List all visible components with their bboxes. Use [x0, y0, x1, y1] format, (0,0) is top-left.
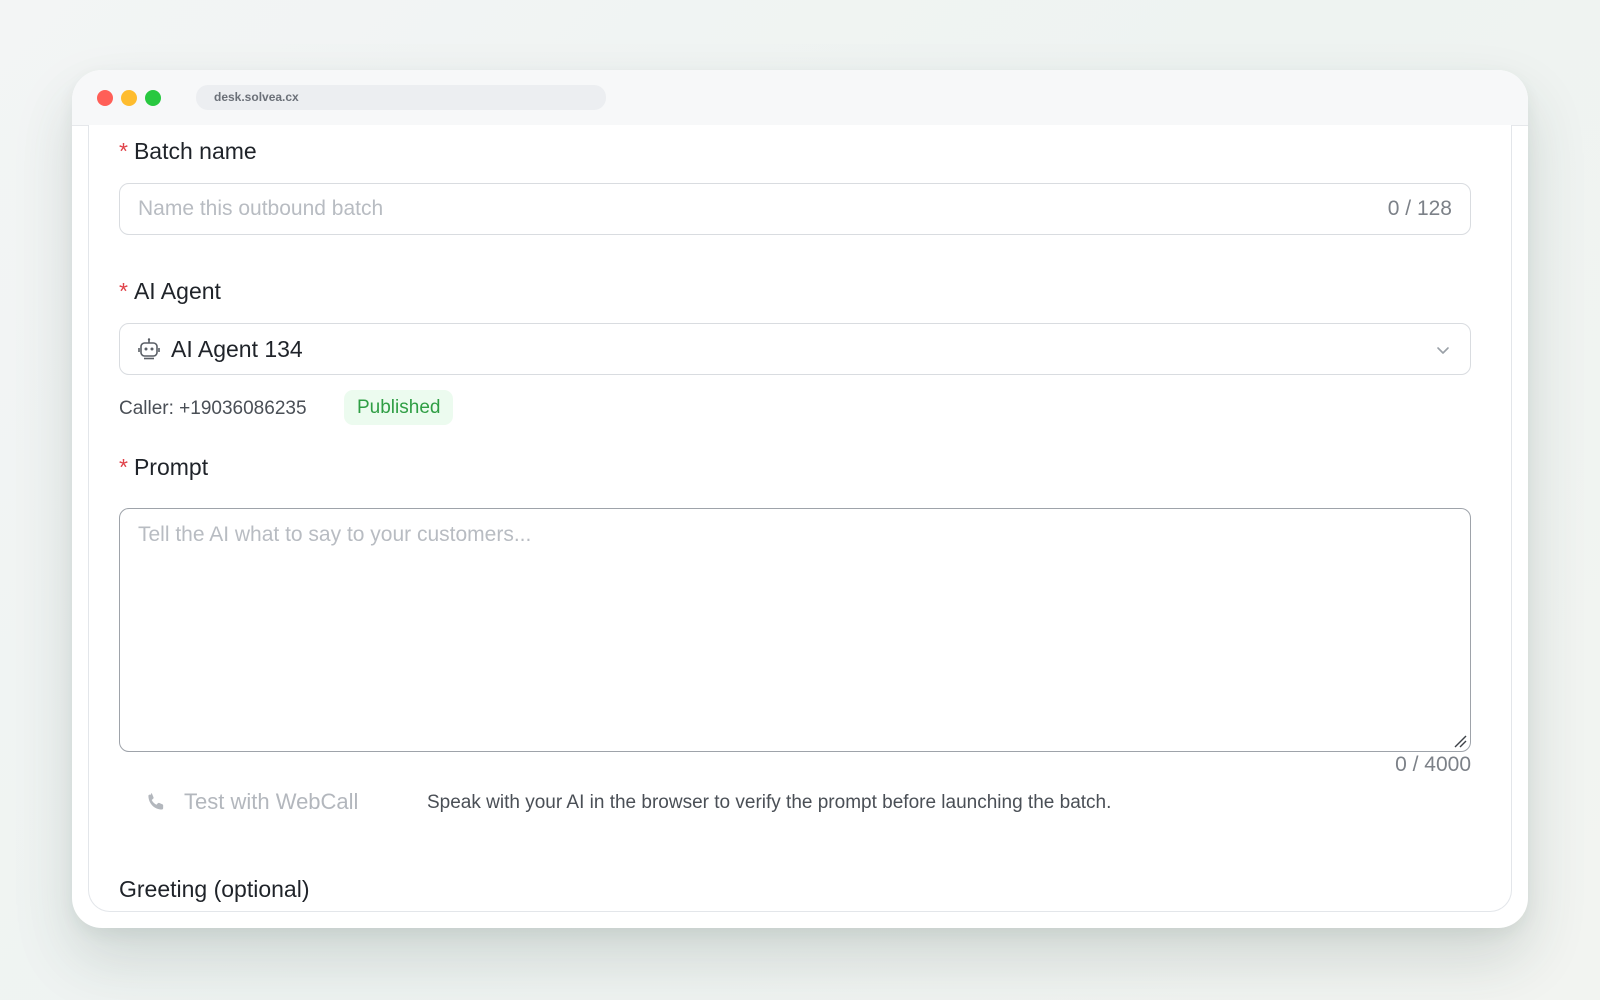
batch-name-placeholder: Name this outbound batch	[138, 197, 384, 220]
prompt-textarea[interactable]: Tell the AI what to say to your customer…	[119, 508, 1471, 752]
greeting-label: Greeting (optional)	[119, 876, 310, 902]
prompt-char-counter: 0 / 4000	[1395, 753, 1471, 776]
address-bar[interactable]: desk.solvea.cx	[196, 85, 606, 110]
resize-handle-icon[interactable]	[1453, 734, 1467, 748]
batch-name-label: * Batch name	[119, 138, 257, 165]
ai-agent-selected-value: AI Agent 134	[171, 336, 303, 362]
ai-agent-select[interactable]: AI Agent 134	[119, 323, 1471, 375]
required-mark: *	[119, 454, 128, 480]
ai-agent-label: * AI Agent	[119, 278, 221, 305]
batch-name-char-counter: 0 / 128	[1387, 197, 1452, 220]
test-webcall-button[interactable]: Test with WebCall	[145, 784, 358, 820]
caller-number: Caller: +19036086235	[119, 398, 307, 419]
test-webcall-label: Test with WebCall	[184, 789, 359, 814]
phone-icon	[148, 793, 164, 810]
webcall-help-text: Speak with your AI in the browser to ver…	[427, 792, 1112, 813]
prompt-placeholder: Tell the AI what to say to your customer…	[138, 523, 532, 546]
required-mark: *	[119, 138, 128, 164]
ai-agent-label-text: AI Agent	[133, 278, 221, 304]
robot-icon	[138, 338, 160, 360]
prompt-label: * Prompt	[119, 454, 208, 481]
browser-titlebar: desk.solvea.cx	[72, 70, 1528, 126]
batch-name-input[interactable]: Name this outbound batch 0 / 128	[119, 183, 1471, 235]
browser-window: desk.solvea.cx * Batch name Name this out…	[72, 70, 1528, 928]
prompt-label-text: Prompt	[133, 454, 209, 480]
status-badge: Published	[344, 390, 454, 425]
batch-name-label-text: Batch name	[133, 138, 257, 164]
maximize-window-button[interactable]	[145, 90, 161, 106]
batch-form-card: * Batch name Name this outbound batch 0 /…	[88, 125, 1512, 912]
required-mark: *	[119, 278, 128, 304]
minimize-window-button[interactable]	[121, 90, 137, 106]
chevron-down-icon	[1437, 347, 1449, 354]
close-window-button[interactable]	[97, 90, 113, 106]
